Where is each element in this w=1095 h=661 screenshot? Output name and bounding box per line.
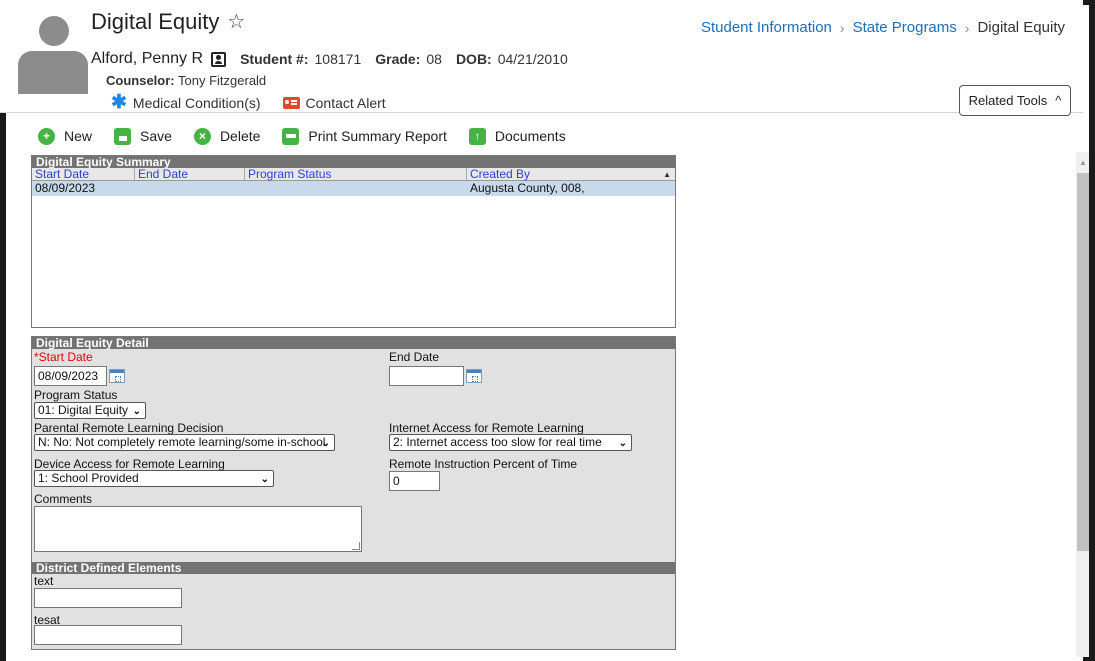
remote-percent-input[interactable]: 0 [389, 471, 440, 491]
device-access-value: 1: School Provided [38, 471, 139, 485]
col-end-date[interactable]: End Date [135, 168, 245, 181]
row-created-by: Augusta County, 008, [470, 181, 585, 195]
print-label: Print Summary Report [308, 128, 447, 144]
medical-asterisk-icon[interactable]: ✱ [111, 93, 127, 112]
documents-button[interactable]: ↑ Documents [468, 127, 566, 145]
contact-alert-icon[interactable] [282, 96, 300, 109]
documents-label: Documents [494, 128, 566, 144]
start-date-input[interactable]: 08/09/2023 [34, 366, 107, 386]
summary-title: Digital Equity Summary [32, 156, 675, 168]
action-toolbar: + New Save × Delete Print Summary Report… [6, 120, 1083, 152]
sort-up-icon[interactable]: ▲ [663, 168, 671, 181]
upload-icon: ↑ [468, 127, 486, 145]
medical-condition-link[interactable]: Medical Condition(s) [133, 95, 261, 111]
end-date-input[interactable] [389, 366, 464, 386]
new-button[interactable]: + New [38, 127, 93, 145]
district-text-label: text [34, 574, 54, 588]
chevron-right-icon: › [839, 19, 845, 36]
chevron-down-icon: ⌄ [321, 438, 330, 449]
printer-icon [282, 127, 300, 145]
floppy-disk-icon [114, 127, 132, 145]
comments-textarea[interactable] [34, 506, 362, 552]
digital-equity-detail: Digital Equity Detail *Start Date 08/09/… [31, 336, 676, 650]
col-start-date[interactable]: Start Date [32, 168, 135, 181]
parental-decision-select[interactable]: N: No: Not completely remote learning/so… [34, 434, 335, 451]
grade-value: 08 [426, 51, 442, 67]
student-name: Alford, Penny R [91, 50, 204, 67]
chevron-up-icon: ^ [1055, 93, 1062, 108]
delete-button[interactable]: × Delete [193, 127, 261, 145]
internet-access-label: Internet Access for Remote Learning [389, 421, 584, 435]
breadcrumb-state-programs[interactable]: State Programs [853, 19, 957, 36]
page-title-text: Digital Equity [91, 9, 220, 34]
contact-card-icon[interactable] [211, 51, 227, 67]
col-created-by[interactable]: Created By [467, 168, 675, 181]
student-num-value: 108171 [314, 51, 362, 67]
row-program-status [245, 181, 467, 196]
col-program-status[interactable]: Program Status [245, 168, 467, 181]
counselor-label: Counselor: [106, 73, 175, 88]
page-title: Digital Equity ☆ [91, 9, 245, 35]
vertical-scrollbar[interactable]: ▲ [1076, 152, 1089, 657]
scroll-up-icon[interactable]: ▲ [1079, 158, 1087, 167]
avatar [18, 14, 88, 94]
chevron-down-icon: ⌄ [618, 438, 627, 449]
calendar-icon[interactable] [109, 369, 125, 383]
delete-label: Delete [219, 128, 261, 144]
star-icon[interactable]: ☆ [227, 12, 245, 32]
contact-alert-link[interactable]: Contact Alert [306, 95, 386, 111]
new-label: New [64, 128, 93, 144]
dob-value: 04/21/2010 [497, 51, 568, 67]
breadcrumb-digital-equity: Digital Equity [977, 19, 1065, 36]
remote-percent-label: Remote Instruction Percent of Time [389, 457, 578, 471]
dob-label: DOB: [455, 51, 492, 67]
student-alerts: ✱ Medical Condition(s) Contact Alert [111, 93, 386, 112]
district-text-input[interactable] [34, 588, 182, 608]
student-info: Alford, Penny R Student #: 108171 Grade:… [91, 50, 576, 68]
row-end-date [135, 181, 245, 196]
chevron-down-icon: ⌄ [260, 474, 269, 485]
chevron-right-icon: › [964, 19, 970, 36]
device-access-label: Device Access for Remote Learning [34, 457, 225, 471]
program-status-select[interactable]: 01: Digital Equity ⌄ [34, 402, 146, 419]
digital-equity-summary: Digital Equity Summary Start Date End Da… [31, 155, 676, 328]
counselor-name: Tony Fitzgerald [178, 73, 267, 88]
district-tesat-input[interactable] [34, 625, 182, 645]
related-tools-label: Related Tools [968, 93, 1048, 108]
chevron-down-icon: ⌄ [132, 406, 141, 417]
plus-icon: + [38, 127, 55, 145]
breadcrumb: Student Information › State Programs › D… [701, 19, 1065, 36]
internet-access-select[interactable]: 2: Internet access too slow for real tim… [389, 434, 632, 451]
grade-label: Grade: [375, 51, 421, 67]
program-status-value: 01: Digital Equity [38, 403, 129, 417]
summary-header-row: Start Date End Date Program Status Creat… [32, 168, 675, 181]
district-defined-title: District Defined Elements [32, 562, 675, 574]
breadcrumb-student-information[interactable]: Student Information [701, 19, 832, 36]
resize-grip-icon[interactable] [352, 542, 360, 550]
save-label: Save [140, 128, 172, 144]
calendar-icon[interactable] [466, 369, 482, 383]
parental-decision-value: N: No: Not completely remote learning/so… [38, 435, 326, 449]
comments-label: Comments [34, 492, 93, 506]
internet-access-value: 2: Internet access too slow for real tim… [393, 435, 602, 449]
counselor: Counselor: Tony Fitzgerald [106, 73, 266, 88]
student-num-label: Student #: [240, 51, 309, 67]
delete-x-icon: × [193, 127, 211, 145]
start-date-label: *Start Date [34, 350, 93, 364]
row-start-date: 08/09/2023 [35, 181, 96, 195]
parental-decision-label: Parental Remote Learning Decision [34, 421, 224, 435]
detail-title: Digital Equity Detail [32, 337, 675, 349]
student-header: Digital Equity ☆ Alford, Penny R Student… [0, 0, 1083, 116]
save-button[interactable]: Save [114, 127, 172, 145]
end-date-label: End Date [389, 350, 440, 364]
scrollbar-thumb[interactable] [1077, 173, 1089, 551]
table-row[interactable]: 08/09/2023 Augusta County, 008, [32, 181, 675, 196]
program-status-label: Program Status [34, 388, 118, 402]
related-tools-button[interactable]: Related Tools ^ [959, 85, 1071, 116]
device-access-select[interactable]: 1: School Provided ⌄ [34, 470, 274, 487]
print-summary-button[interactable]: Print Summary Report [282, 127, 447, 145]
